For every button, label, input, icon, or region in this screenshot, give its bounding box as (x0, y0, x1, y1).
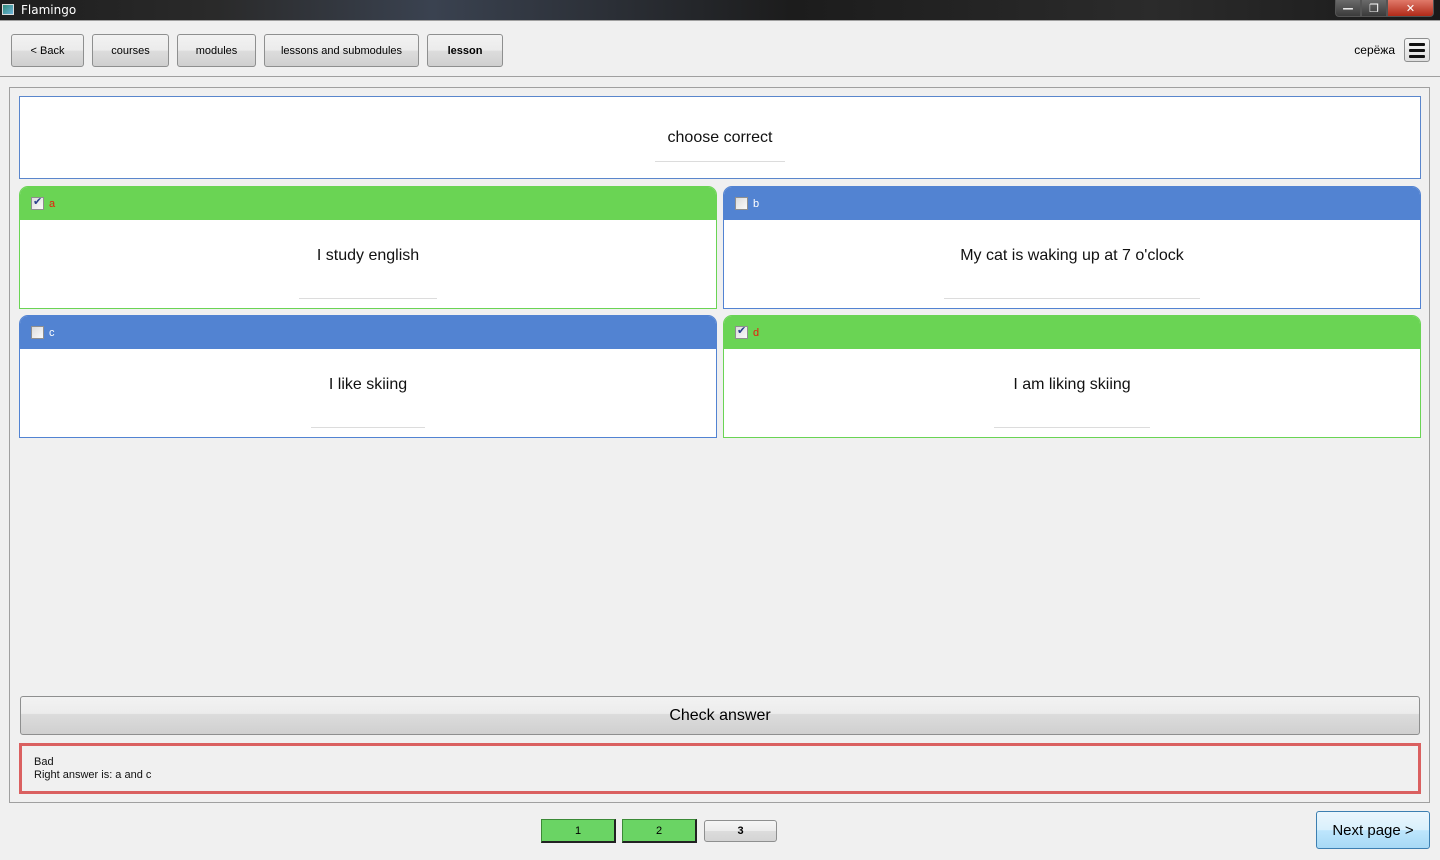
user-name: серёжа (1354, 43, 1395, 57)
back-button[interactable]: < Back (11, 34, 84, 67)
breadcrumb-courses[interactable]: courses (92, 34, 169, 67)
close-icon: ✕ (1405, 1, 1416, 15)
option-letter: c (49, 326, 55, 339)
page-button-3[interactable]: 3 (704, 820, 777, 842)
result-box: Bad Right answer is: a and c (19, 743, 1421, 794)
menu-button[interactable] (1404, 38, 1430, 62)
option-card-c: c I like skiing (19, 315, 717, 438)
window-controls: — ❐ ✕ (1335, 0, 1434, 18)
option-checkbox-c[interactable] (31, 326, 44, 339)
next-page-button[interactable]: Next page > (1316, 811, 1430, 849)
option-letter: b (753, 197, 760, 210)
option-header: d (724, 316, 1420, 349)
divider (944, 298, 1200, 299)
option-checkbox-d[interactable] (735, 324, 748, 339)
page-button-2[interactable]: 2 (622, 819, 697, 843)
option-text: My cat is waking up at 7 o'clock (960, 247, 1184, 264)
option-letter: d (753, 326, 760, 339)
option-letter: a (49, 197, 56, 210)
minimize-icon: — (1342, 1, 1354, 15)
divider (299, 298, 437, 299)
option-card-d: d I am liking skiing (723, 315, 1421, 438)
option-checkbox-a[interactable] (31, 195, 44, 210)
page-button-1[interactable]: 1 (541, 819, 616, 843)
restore-icon: ❐ (1369, 1, 1379, 15)
top-navigation: < Back courses modules lessons and submo… (0, 20, 1440, 77)
result-message: Right answer is: a and c (34, 769, 152, 781)
option-header: c (20, 316, 716, 349)
app-icon (2, 4, 14, 15)
divider (994, 427, 1150, 428)
option-header: b (724, 187, 1420, 220)
divider (655, 161, 785, 162)
lesson-panel: choose correct a I study english b My ca… (9, 87, 1430, 803)
window-titlebar: Flamingo — ❐ ✕ (0, 0, 1440, 20)
breadcrumb-modules[interactable]: modules (177, 34, 256, 67)
divider (311, 427, 425, 428)
breadcrumb-lessons-and-submodules[interactable]: lessons and submodules (264, 34, 419, 67)
option-text: I like skiing (328, 376, 408, 393)
option-card-b: b My cat is waking up at 7 o'clock (723, 186, 1421, 309)
option-text: I am liking skiing (1013, 376, 1131, 393)
question-box: choose correct (19, 96, 1421, 179)
breadcrumb-lesson[interactable]: lesson (427, 34, 503, 67)
option-card-a: a I study english (19, 186, 717, 309)
check-answer-button[interactable]: Check answer (20, 696, 1420, 735)
question-text: choose correct (667, 129, 773, 146)
minimize-button[interactable]: — (1335, 0, 1361, 17)
hamburger-menu-icon (1409, 42, 1425, 58)
option-header: a (20, 187, 716, 220)
option-text: I study english (316, 247, 420, 264)
option-checkbox-b[interactable] (735, 197, 748, 210)
result-status: Bad (34, 756, 54, 768)
window-title: Flamingo (21, 3, 77, 17)
close-button[interactable]: ✕ (1387, 0, 1434, 17)
maximize-button[interactable]: ❐ (1361, 0, 1387, 17)
